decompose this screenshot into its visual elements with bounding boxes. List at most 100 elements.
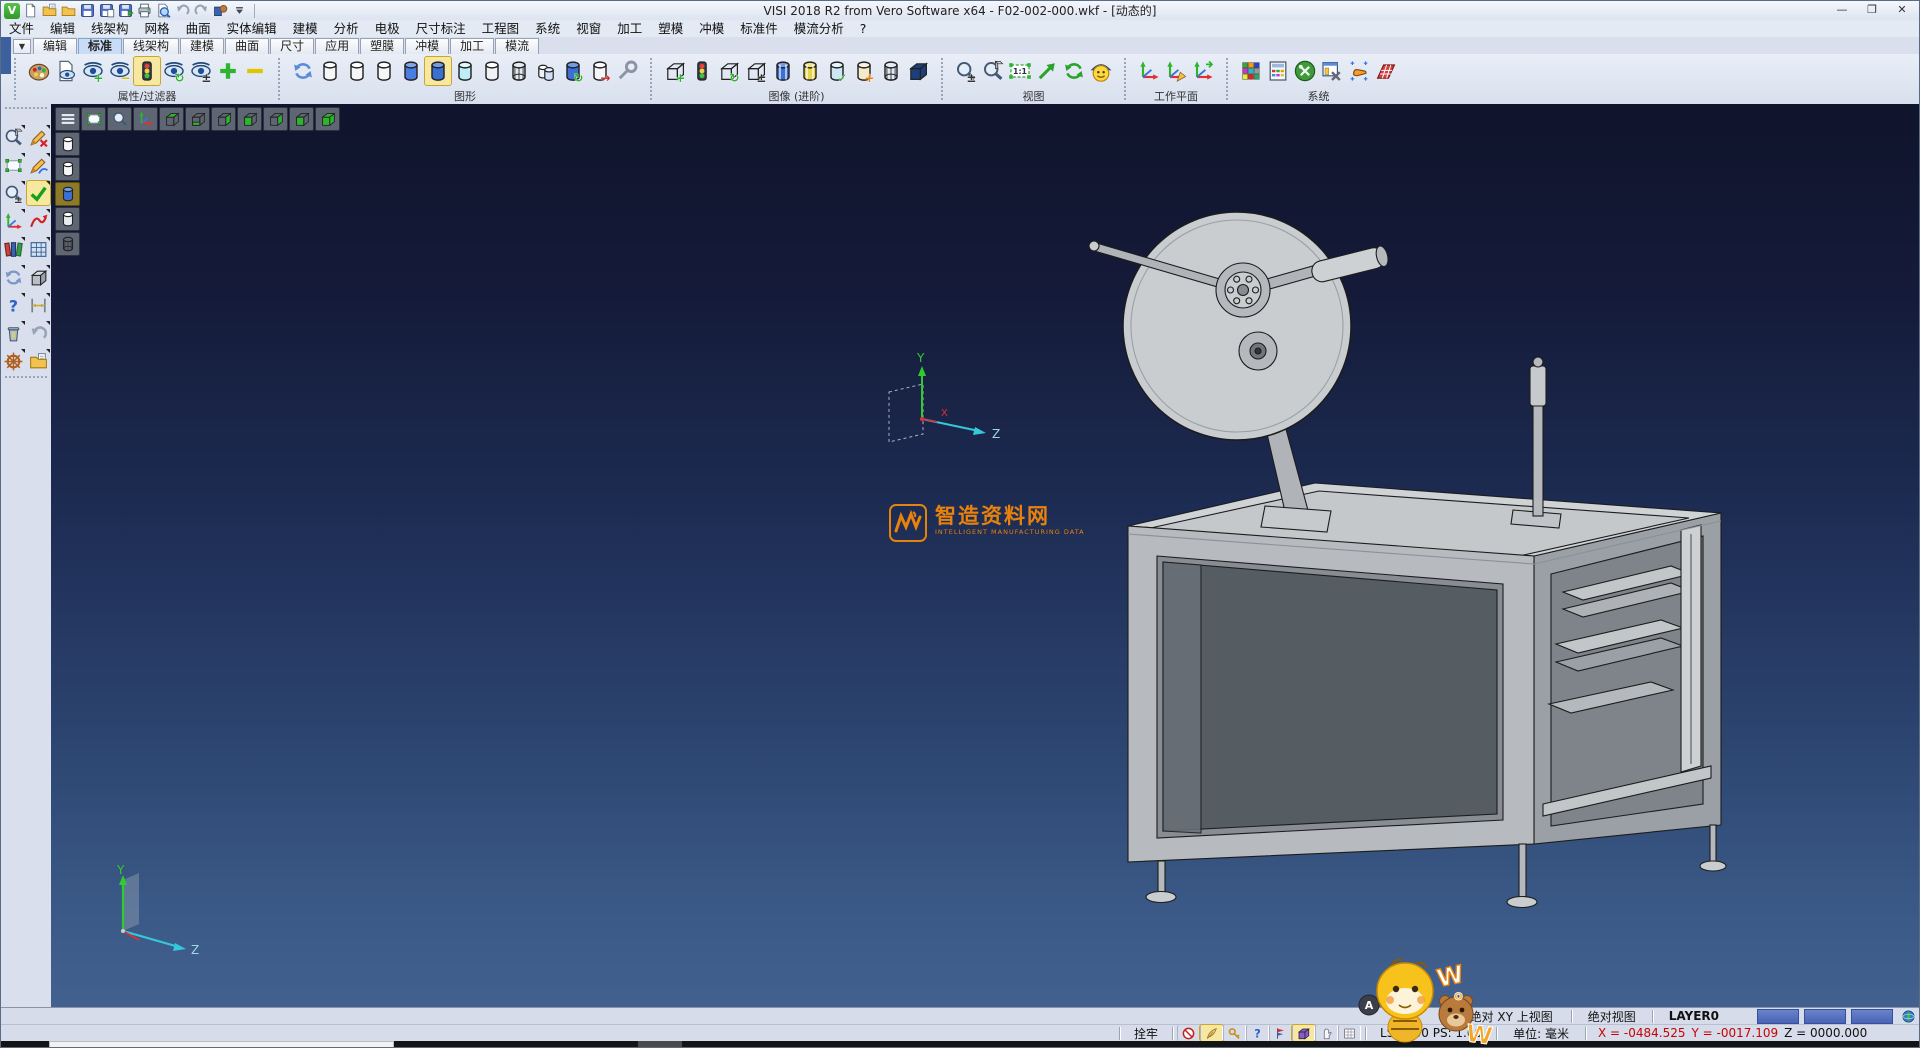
tabbar-dropdown[interactable]: ▼ <box>13 39 31 54</box>
close-button[interactable]: ✕ <box>1887 1 1917 20</box>
shading-edges-icon[interactable] <box>55 207 80 231</box>
ucs-cube-icon[interactable] <box>1292 1025 1315 1041</box>
menu-item-加工[interactable]: 加工 <box>609 20 650 37</box>
workplane-axes-icon[interactable] <box>1136 57 1162 85</box>
system-settings-icon[interactable] <box>1292 57 1318 85</box>
menu-item-尺寸标注[interactable]: 尺寸标注 <box>408 20 474 37</box>
solid-navy-cube-icon[interactable] <box>905 57 931 85</box>
render-smiley-icon[interactable] <box>1088 57 1114 85</box>
view-right-icon[interactable] <box>263 107 288 131</box>
menu-item-文件[interactable]: 文件 <box>1 20 42 37</box>
layer-swatch[interactable] <box>1757 1009 1799 1024</box>
view-back-icon[interactable] <box>211 107 236 131</box>
menu-item-实体编辑[interactable]: 实体编辑 <box>219 20 285 37</box>
transparent-cylinder-icon[interactable] <box>452 57 478 85</box>
quickbar-dropdown-icon[interactable] <box>231 2 248 19</box>
menu-item-工程图[interactable]: 工程图 <box>474 20 528 37</box>
menu-item-标准件[interactable]: 标准件 <box>732 20 786 37</box>
access-key-icon[interactable] <box>1223 1025 1246 1041</box>
navigator-helm-icon[interactable] <box>2 349 25 373</box>
lock-toggle-label[interactable]: 拴牢 <box>1124 1025 1168 1042</box>
striped-yellow-cylinder-icon[interactable] <box>797 57 823 85</box>
menu-item-视窗[interactable]: 视窗 <box>568 20 609 37</box>
wireframe-cylinder-icon[interactable] <box>317 57 343 85</box>
menu-item-冲模[interactable]: 冲模 <box>691 20 732 37</box>
tab-建模[interactable]: 建模 <box>180 38 224 54</box>
show-all-icon[interactable] <box>215 57 241 85</box>
zoom-dynamic-icon[interactable]: ± <box>2 181 25 205</box>
import-file-icon[interactable] <box>60 2 77 19</box>
absolute-view-label[interactable]: 绝对视图 <box>1576 1008 1648 1025</box>
print-icon[interactable] <box>136 2 153 19</box>
menu-item-网格[interactable]: 网格 <box>137 20 178 37</box>
grid-plane-icon[interactable] <box>1373 57 1399 85</box>
undo-arrow-icon[interactable] <box>27 321 50 345</box>
measure-distance-icon[interactable] <box>27 293 50 317</box>
selection-options-icon[interactable] <box>1346 57 1372 85</box>
menu-item-塑模[interactable]: 塑模 <box>650 20 691 37</box>
tab-曲面[interactable]: 曲面 <box>225 38 269 54</box>
menu-item-电极[interactable]: 电极 <box>367 20 408 37</box>
windows-taskbar[interactable] <box>1 1041 1919 1048</box>
view-axes-icon[interactable] <box>133 107 158 131</box>
wcs-axes-icon[interactable] <box>2 209 25 233</box>
select-box-icon[interactable] <box>2 153 25 177</box>
redo-icon[interactable] <box>193 2 210 19</box>
menu-item-?[interactable]: ? <box>852 20 875 37</box>
layer-swatch[interactable] <box>1851 1009 1893 1024</box>
hidden-line-cylinder-icon[interactable] <box>344 57 370 85</box>
outline-cylinder-icon[interactable] <box>371 57 397 85</box>
print-preview-icon[interactable] <box>155 2 172 19</box>
show-entities-icon[interactable]: + <box>80 57 106 85</box>
delete-trash-icon[interactable] <box>2 321 25 345</box>
shaded-cylinder-icon[interactable] <box>425 57 451 85</box>
grid-window-icon[interactable] <box>27 237 50 261</box>
zoom-selected-icon[interactable] <box>980 57 1006 85</box>
view-zoom-icon[interactable] <box>107 107 132 131</box>
zoom-extents-icon[interactable] <box>1034 57 1060 85</box>
hide-all-icon[interactable] <box>242 57 268 85</box>
glove-icon[interactable] <box>1315 1025 1338 1041</box>
viewport-3d[interactable]: Y Z X Y Z <box>51 104 1920 1007</box>
menu-item-编辑[interactable]: 编辑 <box>42 20 83 37</box>
export-save-icon[interactable] <box>117 2 134 19</box>
attributes-manager-icon[interactable] <box>1265 57 1291 85</box>
menu-item-曲面[interactable]: 曲面 <box>178 20 219 37</box>
tab-加工[interactable]: 加工 <box>450 38 494 54</box>
snap-circle-icon[interactable] <box>1177 1025 1200 1041</box>
shading-transparent-icon[interactable] <box>55 232 80 256</box>
zoom-inout-icon[interactable]: ± <box>953 57 979 85</box>
tab-模流[interactable]: 模流 <box>495 38 539 54</box>
undo-icon[interactable] <box>174 2 191 19</box>
menu-item-建模[interactable]: 建模 <box>285 20 326 37</box>
refresh-visibility-icon[interactable]: ↻ <box>161 57 187 85</box>
add-image-cube-icon[interactable]: + <box>662 57 688 85</box>
workplane-swap-icon[interactable] <box>1190 57 1216 85</box>
solid-cube-icon[interactable] <box>27 265 50 289</box>
menu-item-线架构[interactable]: 线架构 <box>83 20 137 37</box>
wire-cylinder-icon[interactable] <box>878 57 904 85</box>
striped-blue-cylinder-icon[interactable] <box>770 57 796 85</box>
view-front-icon[interactable] <box>289 107 314 131</box>
erase-entity-icon[interactable] <box>27 125 50 149</box>
view-select-icon[interactable] <box>81 107 106 131</box>
menu-item-系统[interactable]: 系统 <box>527 20 568 37</box>
copy-cylinder-icon[interactable]: + <box>851 57 877 85</box>
cylinder-pair-icon[interactable] <box>533 57 559 85</box>
taskbar-window-preview[interactable] <box>49 1041 394 1048</box>
context-help-icon[interactable]: ? <box>1246 1025 1269 1041</box>
draw-spline-icon[interactable] <box>27 153 50 177</box>
active-layer-label[interactable]: LAYER0 <box>1657 1009 1731 1023</box>
toggle-image-icon[interactable]: ± <box>743 57 769 85</box>
save-icon[interactable] <box>79 2 96 19</box>
workplane-edit-icon[interactable] <box>1163 57 1189 85</box>
open-file-icon[interactable] <box>41 2 58 19</box>
tab-冲模[interactable]: 冲模 <box>405 38 449 54</box>
tab-标准[interactable]: 标准 <box>78 38 122 54</box>
view-left-icon[interactable] <box>237 107 262 131</box>
tab-线架构[interactable]: 线架构 <box>123 38 179 54</box>
save-as-icon[interactable] <box>98 2 115 19</box>
hide-entities-icon[interactable]: − <box>107 57 133 85</box>
shading-shaded-icon[interactable] <box>55 182 80 206</box>
graphics-settings-icon[interactable] <box>614 57 640 85</box>
